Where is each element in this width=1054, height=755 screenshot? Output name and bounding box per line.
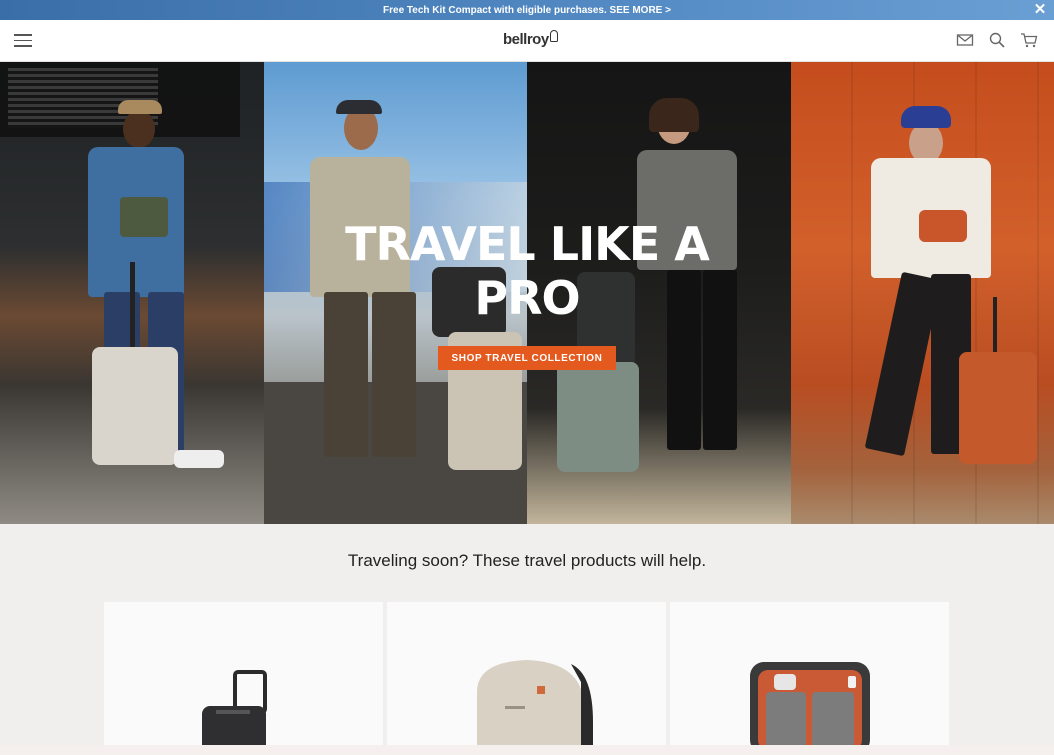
suitcase-image: [202, 670, 267, 755]
close-icon[interactable]: ✕: [1032, 2, 1048, 18]
promo-text[interactable]: Free Tech Kit Compact with eligible purc…: [383, 5, 671, 16]
search-icon[interactable]: [988, 31, 1006, 49]
section-heading: Traveling soon? These travel products wi…: [347, 551, 707, 570]
hero-photo-train: [263, 62, 527, 524]
logo[interactable]: bellroy: [503, 30, 558, 48]
hero-photo-night: [527, 62, 791, 524]
hero-banner[interactable]: [0, 62, 1054, 524]
header-icons: [956, 31, 1038, 49]
shop-travel-button[interactable]: SHOP TRAVEL COLLECTION: [438, 346, 616, 370]
owl-logo-icon: [549, 30, 558, 42]
cart-icon[interactable]: [1020, 31, 1038, 49]
product-card-backpack[interactable]: [387, 602, 666, 755]
product-card-tech-kit[interactable]: [670, 602, 949, 755]
product-card-suitcase[interactable]: [104, 602, 383, 755]
menu-icon[interactable]: [14, 34, 32, 48]
product-cards: [104, 602, 949, 755]
tech-kit-image: [750, 662, 870, 754]
promo-bar[interactable]: Free Tech Kit Compact with eligible purc…: [0, 0, 1054, 20]
hero-photo-orange-wall: [790, 62, 1054, 524]
hero-photo-station: [0, 62, 264, 524]
mail-icon[interactable]: [956, 31, 974, 49]
backpack-image: [477, 660, 593, 755]
page-fade: [0, 745, 1054, 755]
site-header: bellroy: [0, 20, 1054, 62]
